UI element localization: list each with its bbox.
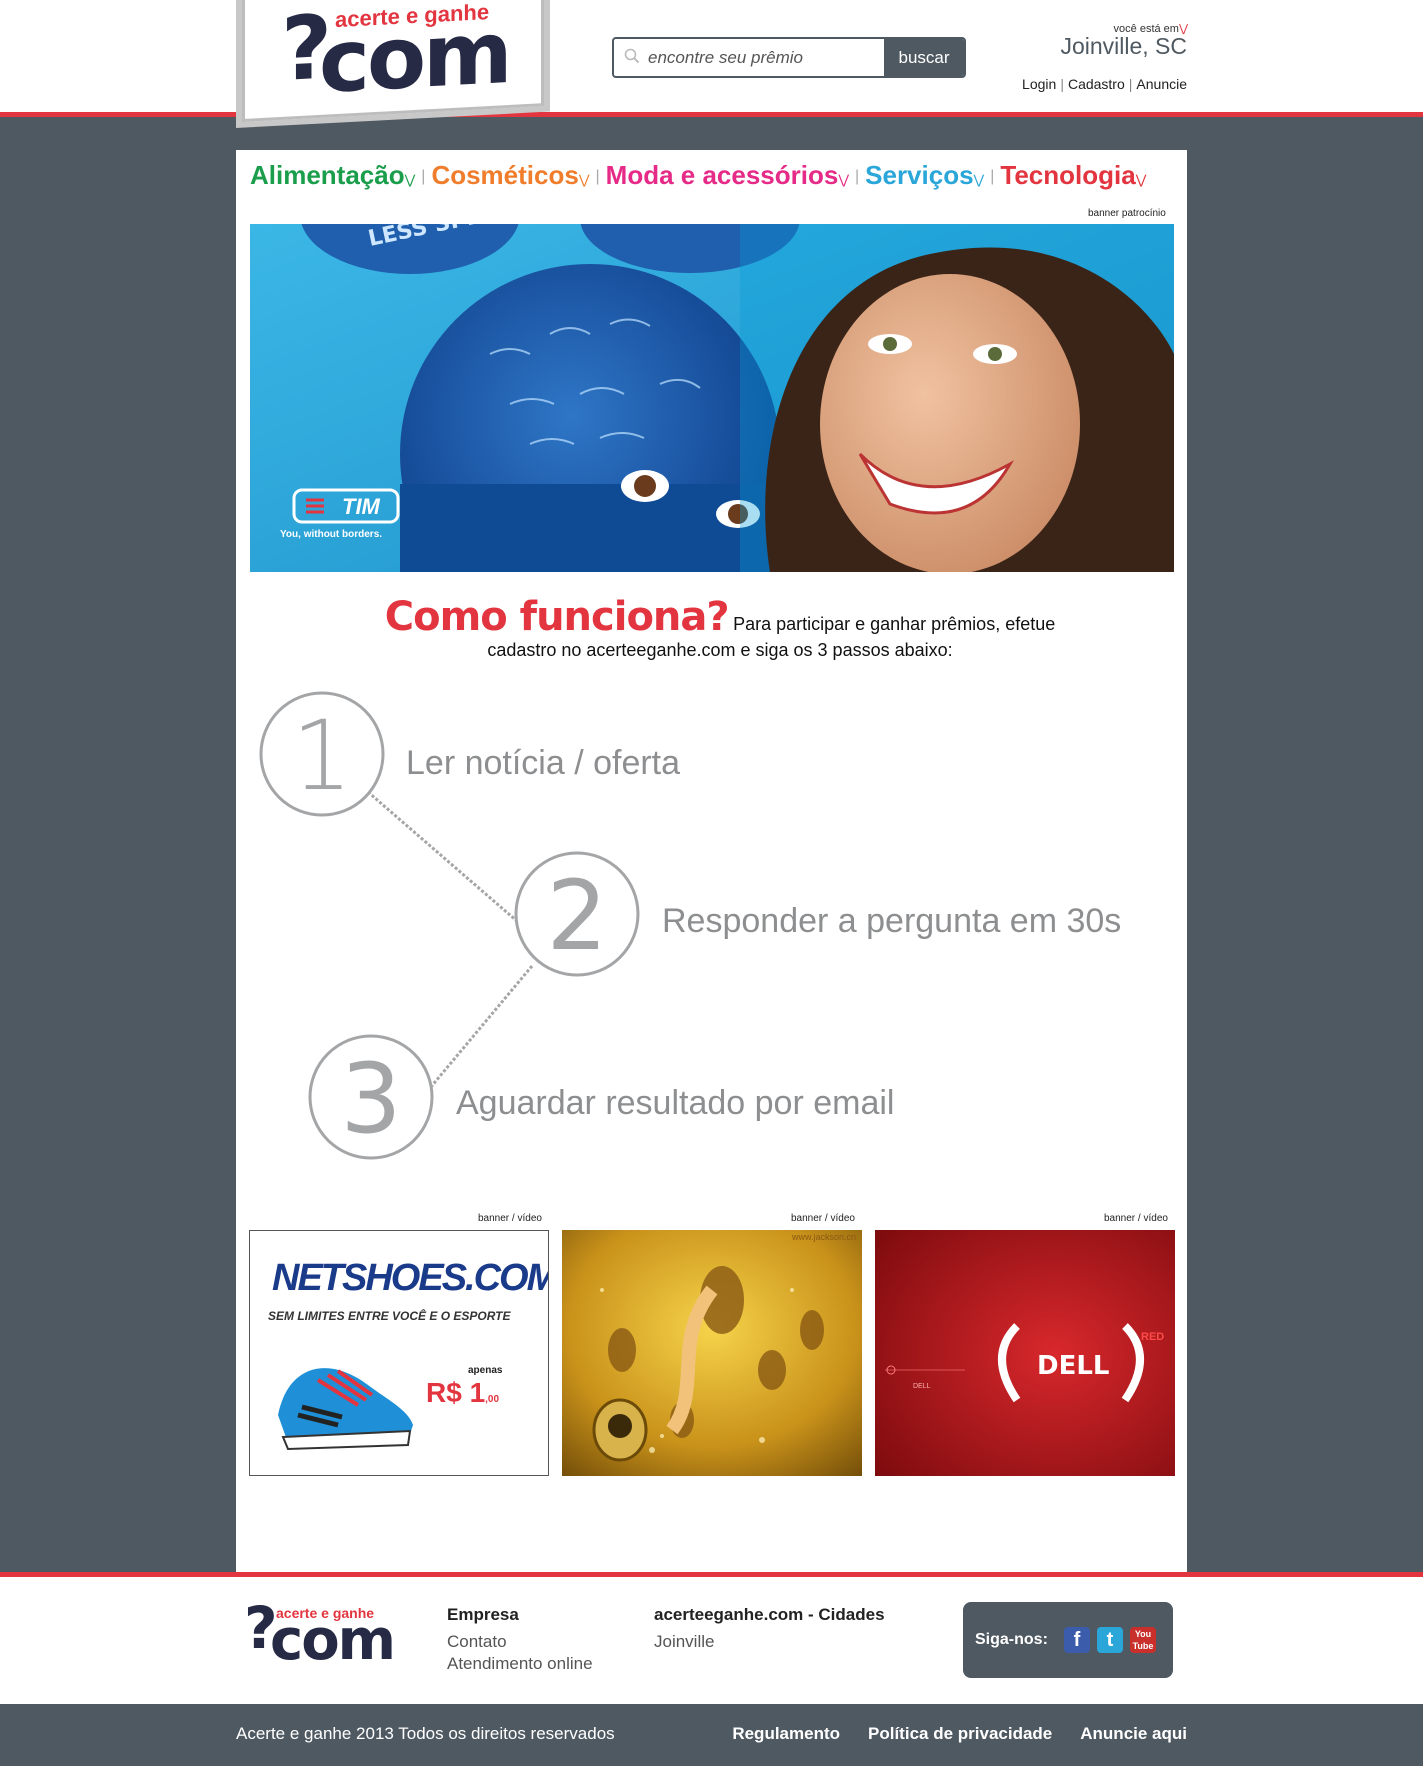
- bottom-bar: Acerte e ganhe 2013 Todos os direitos re…: [0, 1704, 1423, 1766]
- search-box: buscar: [612, 37, 966, 78]
- footer-company: Empresa Contato Atendimento online: [447, 1604, 593, 1675]
- site-footer: acerte e ganhe ? com Empresa Contato Ate…: [0, 1577, 1423, 1704]
- netshoes-banner[interactable]: NETSHOES.COM.BR SEM LIMITES ENTRE VOCÊ E…: [249, 1230, 549, 1476]
- step-text: Ler notícia / oferta: [406, 744, 681, 782]
- twitter-icon[interactable]: t: [1097, 1627, 1123, 1653]
- footer-cities: acerteeganhe.com - Cidades Joinville: [654, 1604, 885, 1653]
- category-label: Moda e acessórios: [605, 160, 839, 190]
- login-link[interactable]: Login: [1022, 76, 1056, 92]
- logo-card: acerte e ganhe ? com: [242, 0, 544, 122]
- category-label: Cosméticos: [431, 160, 579, 190]
- location-city[interactable]: Joinville, SC: [1060, 33, 1187, 60]
- link-anuncie-aqui[interactable]: Anuncie aqui: [1080, 1724, 1187, 1743]
- category-servicos[interactable]: Serviços⋁: [865, 160, 984, 191]
- chevron-down-icon: ⋁: [973, 172, 985, 187]
- beer-banner[interactable]: www.jackson.cn: [562, 1230, 862, 1476]
- how-it-works: Como funciona? Para participar e ganhar …: [370, 594, 1070, 661]
- step-text: Aguardar resultado por email: [456, 1084, 895, 1122]
- youtube-icon-bottom: Tube: [1132, 1641, 1154, 1651]
- tim-slogan: You, without borders.: [280, 529, 383, 540]
- banner-artwork: LESS SPEN: [250, 224, 1174, 572]
- chevron-down-icon: ⋁: [404, 172, 416, 187]
- dell-small-text: DELL: [913, 1383, 931, 1390]
- social-box: Siga-nos: f t You Tube: [963, 1602, 1173, 1678]
- price-prefix: apenas: [468, 1365, 503, 1376]
- category-label: Serviços: [865, 160, 974, 190]
- step-number: 1: [291, 700, 353, 812]
- facebook-icon[interactable]: f: [1064, 1627, 1090, 1653]
- shoe-image: [278, 1368, 413, 1451]
- banner-label: banner / vídeo: [1104, 1213, 1168, 1224]
- category-moda[interactable]: Moda e acessórios⋁: [606, 160, 849, 191]
- search-input[interactable]: [648, 39, 898, 76]
- advertise-link[interactable]: Anuncie: [1136, 76, 1187, 92]
- social-label: Siga-nos:: [975, 1631, 1048, 1648]
- category-nav: Alimentação⋁ | Cosméticos⋁ | Moda e acessóri…: [250, 160, 1146, 191]
- footer-link-contato[interactable]: Contato: [447, 1631, 593, 1653]
- banner-label: banner patrocínio: [1088, 208, 1166, 219]
- signup-link[interactable]: Cadastro: [1068, 76, 1125, 92]
- auth-links: Login | Cadastro | Anuncie: [1022, 76, 1187, 92]
- how-title: Como funciona?: [384, 594, 730, 640]
- header-red-line: [0, 112, 1423, 117]
- dell-ad-image: DELL RED DELL: [875, 1230, 1175, 1476]
- beer-ad-image: www.jackson.cn: [562, 1230, 862, 1476]
- separator: |: [421, 168, 426, 185]
- price-value: R$ 1: [426, 1377, 486, 1408]
- separator: |: [990, 168, 995, 185]
- sponsor-banner[interactable]: LESS SPEN TIM You, without borders.: [250, 224, 1174, 572]
- netshoes-subtitle: SEM LIMITES ENTRE VOCÊ E O ESPORTE: [268, 1309, 511, 1323]
- banner-label: banner / vídeo: [478, 1213, 542, 1224]
- main-content: Alimentação⋁ | Cosméticos⋁ | Moda e acessóri…: [236, 150, 1187, 1572]
- link-privacidade[interactable]: Política de privacidade: [868, 1724, 1052, 1743]
- price-cents: ,00: [485, 1394, 500, 1405]
- youtube-icon-top: You: [1134, 1629, 1152, 1639]
- chevron-down-icon: ⋁: [1135, 172, 1147, 187]
- category-label: Tecnologia: [1000, 160, 1136, 190]
- beer-url: www.jackson.cn: [791, 1232, 856, 1242]
- tim-logo: TIM: [342, 494, 380, 519]
- step-number: 3: [340, 1043, 402, 1155]
- footer-logo-word: com: [270, 1608, 396, 1673]
- separator: |: [1060, 76, 1064, 92]
- step-text: Responder a pergunta em 30s: [662, 902, 1122, 940]
- search-icon: [624, 48, 640, 64]
- bottom-links: Regulamento Política de privacidade Anunci…: [704, 1724, 1187, 1744]
- separator: |: [1128, 76, 1133, 92]
- footer-company-title: Empresa: [447, 1605, 519, 1624]
- netshoes-logo: NETSHOES.COM.BR: [272, 1257, 548, 1299]
- category-alimentacao[interactable]: Alimentação⋁: [250, 160, 415, 191]
- category-label: Alimentação: [250, 160, 405, 190]
- logo[interactable]: acerte e ganhe ? com: [236, 0, 550, 140]
- price: R$ 1,00: [426, 1377, 499, 1409]
- footer-logo[interactable]: acerte e ganhe ? com: [244, 1599, 396, 1673]
- copyright: Acerte e ganhe 2013 Todos os direitos re…: [236, 1724, 615, 1743]
- category-cosmeticos[interactable]: Cosméticos⋁: [431, 160, 589, 191]
- dell-banner[interactable]: DELL RED DELL: [875, 1230, 1175, 1476]
- footer-cities-title: acerteeganhe.com - Cidades: [654, 1605, 885, 1624]
- step-number: 2: [546, 860, 608, 972]
- link-regulamento[interactable]: Regulamento: [732, 1724, 840, 1743]
- separator: |: [854, 168, 860, 185]
- chevron-down-icon: ⋁: [578, 172, 590, 187]
- separator: |: [595, 168, 600, 185]
- logo-word: com: [319, 2, 510, 113]
- category-tecnologia[interactable]: Tecnologia⋁: [1000, 160, 1146, 191]
- footer-link-atendimento[interactable]: Atendimento online: [447, 1653, 593, 1675]
- dell-logo: DELL: [1037, 1351, 1109, 1381]
- search-button[interactable]: buscar: [884, 39, 964, 76]
- banner-label: banner / vídeo: [791, 1213, 855, 1224]
- dell-red-tag: RED: [1141, 1331, 1164, 1343]
- chevron-down-icon: ⋁: [838, 172, 849, 187]
- step-connector: [423, 965, 534, 1095]
- step-connector: [367, 790, 519, 924]
- site-header: acerte e ganhe ? com buscar você está em…: [0, 0, 1423, 128]
- youtube-icon[interactable]: You Tube: [1130, 1627, 1156, 1653]
- footer-link-joinville[interactable]: Joinville: [654, 1631, 885, 1653]
